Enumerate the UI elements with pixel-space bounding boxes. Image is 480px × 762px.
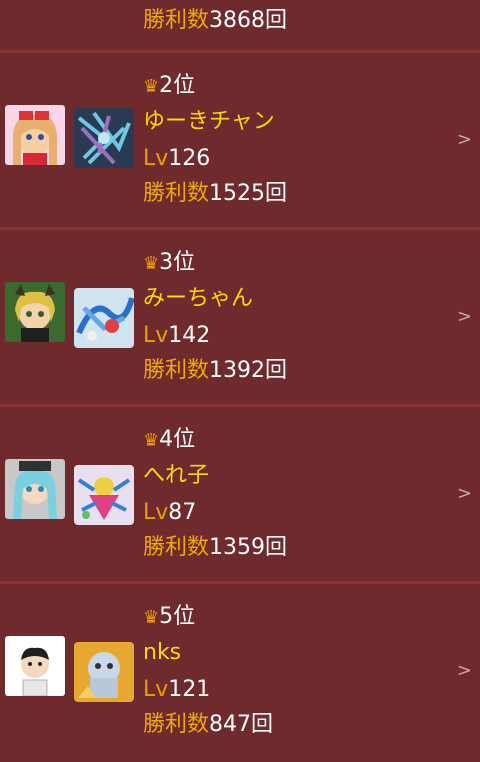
level-value: 126 [168, 146, 211, 171]
rank-line: ♛3位 [143, 250, 195, 277]
wins-value: 847回 [209, 712, 274, 737]
wins-line: 勝利数1359回 [143, 535, 287, 561]
monster-card [74, 642, 134, 702]
level-label: Lv [143, 677, 169, 702]
player-avatar [5, 105, 65, 165]
player-name: へれ子 [143, 463, 210, 488]
wins-line: 勝利数3868回 [143, 8, 287, 34]
crown-icon: ♛ [143, 430, 160, 451]
wins-label: 勝利数 [143, 181, 210, 206]
wins-label: 勝利数 [143, 712, 210, 737]
rank-text: 4位 [159, 427, 196, 452]
level-line: Lv87 [143, 500, 196, 526]
wins-line: 勝利数847回 [143, 712, 273, 738]
level-line: Lv121 [143, 677, 210, 703]
ranking-row-1-partial[interactable]: 勝利数3868回 [0, 0, 480, 50]
level-line: Lv142 [143, 323, 210, 349]
player-avatar [5, 459, 65, 519]
monster-card [74, 108, 134, 168]
chevron-right-icon: > [456, 483, 472, 504]
ranking-row[interactable]: ♛3位 みーちゃん Lv142 勝利数1392回 > [0, 230, 480, 404]
level-label: Lv [143, 500, 169, 525]
rank-line: ♛4位 [143, 427, 195, 454]
rank-text: 2位 [159, 73, 196, 98]
level-value: 142 [168, 323, 211, 348]
chevron-right-icon: > [456, 660, 472, 681]
player-avatar [5, 282, 65, 342]
wins-label: 勝利数 [143, 535, 210, 560]
wins-line: 勝利数1392回 [143, 358, 287, 384]
rank-text: 5位 [159, 604, 196, 629]
player-name: ゆーきチャン [143, 109, 275, 134]
ranking-row[interactable]: ♛5位 nks Lv121 勝利数847回 > [0, 584, 480, 758]
level-label: Lv [143, 323, 169, 348]
wins-value: 3868回 [209, 8, 288, 33]
player-name: みーちゃん [143, 286, 254, 311]
player-name: nks [143, 640, 182, 665]
monster-card [74, 465, 134, 525]
level-value: 121 [168, 677, 211, 702]
level-label: Lv [143, 146, 169, 171]
level-line: Lv126 [143, 146, 210, 172]
monster-card [74, 288, 134, 348]
rank-line: ♛2位 [143, 73, 195, 100]
ranking-row[interactable]: ♛4位 へれ子 Lv87 勝利数1359回 > [0, 407, 480, 581]
rank-line: ♛5位 [143, 604, 195, 631]
player-avatar [5, 636, 65, 696]
wins-value: 1525回 [209, 181, 288, 206]
wins-value: 1359回 [209, 535, 288, 560]
wins-line: 勝利数1525回 [143, 181, 287, 207]
chevron-right-icon: > [456, 129, 472, 150]
ranking-row[interactable]: ♛2位 ゆーきチャン Lv126 勝利数1525回 > [0, 53, 480, 227]
chevron-right-icon: > [456, 306, 472, 327]
level-value: 87 [168, 500, 197, 525]
wins-value: 1392回 [209, 358, 288, 383]
crown-icon: ♛ [143, 253, 160, 274]
wins-label: 勝利数 [143, 8, 210, 33]
wins-label: 勝利数 [143, 358, 210, 383]
rank-text: 3位 [159, 250, 196, 275]
crown-icon: ♛ [143, 607, 160, 628]
crown-icon: ♛ [143, 76, 160, 97]
